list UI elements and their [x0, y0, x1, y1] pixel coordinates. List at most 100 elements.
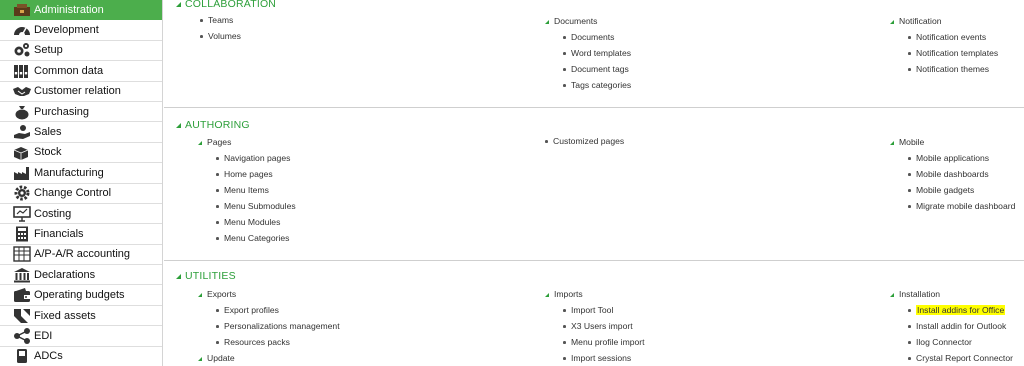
sidebar-item-label: Financials	[34, 227, 84, 240]
sidebar-item-fixed-assets[interactable]: Fixed assets	[0, 306, 162, 327]
group-update[interactable]: Update	[198, 350, 340, 366]
collaboration-column-2: Documents Documents Word templates Docum…	[545, 13, 631, 93]
group-notification[interactable]: Notification	[890, 13, 998, 29]
link-documents[interactable]: Documents	[560, 29, 631, 45]
link-notification-events[interactable]: Notification events	[905, 29, 998, 45]
sidebar-item-operating-budgets[interactable]: Operating budgets	[0, 285, 162, 306]
link-install-addins-for-office[interactable]: Install addins for Office	[905, 302, 1013, 318]
link-mobile-dashboards[interactable]: Mobile dashboards	[905, 166, 1015, 182]
link-menu-submodules[interactable]: Menu Submodules	[213, 198, 296, 214]
building-icon	[13, 267, 31, 283]
sidebar-item-stock[interactable]: Stock	[0, 143, 162, 164]
sidebar-item-label: Setup	[34, 44, 63, 57]
sidebar-item-label: Development	[34, 24, 99, 37]
section-authoring: AUTHORING Pages Navigation pages Home pa…	[164, 107, 1024, 259]
section-title-utilities[interactable]: UTILITIES	[176, 270, 236, 282]
sidebar-item-costing[interactable]: Costing	[0, 204, 162, 225]
group-pages[interactable]: Pages	[198, 134, 296, 150]
sidebar-item-administration[interactable]: Administration	[0, 0, 162, 21]
section-title-collaboration[interactable]: COLLABORATION	[176, 0, 276, 10]
link-resources-packs[interactable]: Resources packs	[213, 334, 340, 350]
authoring-column-2: Customized pages	[543, 133, 624, 149]
group-exports[interactable]: Exports	[198, 286, 340, 302]
wallet-icon	[13, 287, 31, 303]
link-notification-themes[interactable]: Notification themes	[905, 61, 998, 77]
collapse-triangle-icon	[176, 123, 181, 128]
authoring-column-1: Pages Navigation pages Home pages Menu I…	[198, 134, 296, 246]
collapse-triangle-icon	[545, 19, 549, 24]
link-menu-profile-import[interactable]: Menu profile import	[560, 334, 645, 350]
adc-icon	[13, 348, 31, 364]
link-tags-categories[interactable]: Tags categories	[560, 77, 631, 93]
sidebar-item-change-control[interactable]: Change Control	[0, 184, 162, 204]
link-navigation-pages[interactable]: Navigation pages	[213, 150, 296, 166]
link-ilog-connector[interactable]: Ilog Connector	[905, 334, 1013, 350]
link-document-tags[interactable]: Document tags	[560, 61, 631, 77]
link-mobile-applications[interactable]: Mobile applications	[905, 150, 1015, 166]
binders-icon	[13, 63, 31, 79]
sidebar-item-common-data[interactable]: Common data	[0, 61, 162, 82]
link-import-sessions[interactable]: Import sessions	[560, 350, 645, 366]
collaboration-column-3: Notification Notification events Notific…	[890, 13, 998, 77]
link-word-templates[interactable]: Word templates	[560, 45, 631, 61]
link-export-profiles[interactable]: Export profiles	[213, 302, 340, 318]
link-menu-categories[interactable]: Menu Categories	[213, 230, 296, 246]
collapse-triangle-icon	[890, 140, 894, 145]
sidebar-item-label: ADCs	[34, 350, 63, 363]
link-menu-items[interactable]: Menu Items	[213, 182, 296, 198]
collapse-triangle-icon	[545, 292, 549, 297]
link-mobile-gadgets[interactable]: Mobile gadgets	[905, 182, 1015, 198]
sales-hand-icon	[13, 124, 31, 140]
link-install-addin-for-outlook[interactable]: Install addin for Outlook	[905, 318, 1013, 334]
sidebar: Administration Development Setup Common …	[0, 0, 163, 366]
link-home-pages[interactable]: Home pages	[213, 166, 296, 182]
main-content: COLLABORATION Teams Volumes Documents Do…	[164, 0, 1024, 366]
section-collaboration: COLLABORATION Teams Volumes Documents Do…	[164, 0, 1024, 106]
link-migrate-mobile-dashboard[interactable]: Migrate mobile dashboard	[905, 198, 1015, 214]
sidebar-item-manufacturing[interactable]: Manufacturing	[0, 163, 162, 184]
collapse-triangle-icon	[198, 292, 202, 297]
sidebar-item-label: Administration	[34, 3, 104, 16]
sidebar-item-label: Purchasing	[34, 105, 90, 118]
sidebar-item-sales[interactable]: Sales	[0, 122, 162, 143]
sidebar-item-label: EDI	[34, 329, 53, 342]
sidebar-item-financials[interactable]: Financials	[0, 224, 162, 245]
sidebar-item-setup[interactable]: Setup	[0, 41, 162, 62]
group-imports[interactable]: Imports	[545, 286, 645, 302]
collapse-triangle-icon	[198, 356, 202, 361]
link-volumes[interactable]: Volumes	[198, 28, 241, 44]
sidebar-item-label: Manufacturing	[34, 166, 104, 179]
link-import-tool[interactable]: Import Tool	[560, 302, 645, 318]
group-documents[interactable]: Documents	[545, 13, 631, 29]
calculator-icon	[13, 226, 31, 242]
link-notification-templates[interactable]: Notification templates	[905, 45, 998, 61]
assets-icon	[13, 308, 31, 324]
sidebar-item-adcs[interactable]: ADCs	[0, 347, 162, 366]
sidebar-item-edi[interactable]: EDI	[0, 326, 162, 347]
sidebar-item-declarations[interactable]: Declarations	[0, 265, 162, 286]
link-x3-users-import[interactable]: X3 Users import	[560, 318, 645, 334]
ledger-icon	[13, 246, 31, 263]
link-customized-pages[interactable]: Customized pages	[543, 133, 624, 149]
link-menu-modules[interactable]: Menu Modules	[213, 214, 296, 230]
link-personalizations-management[interactable]: Personalizations management	[213, 318, 340, 334]
collapse-triangle-icon	[890, 19, 894, 24]
sidebar-item-customer-relation[interactable]: Customer relation	[0, 82, 162, 102]
handshake-icon	[13, 83, 31, 99]
group-installation[interactable]: Installation	[890, 286, 1013, 302]
collapse-triangle-icon	[198, 140, 202, 145]
sidebar-item-purchasing[interactable]: Purchasing	[0, 102, 162, 123]
link-crystal-report-connector[interactable]: Crystal Report Connector	[905, 350, 1013, 366]
sidebar-item-development[interactable]: Development	[0, 20, 162, 41]
group-mobile[interactable]: Mobile	[890, 134, 1015, 150]
sidebar-item-ap-ar-accounting[interactable]: A/P-A/R accounting	[0, 245, 162, 266]
sidebar-item-label: Declarations	[34, 268, 96, 281]
section-utilities: UTILITIES Exports Export profiles Person…	[164, 260, 1024, 366]
sidebar-item-label: Change Control	[34, 187, 112, 200]
section-title-authoring[interactable]: AUTHORING	[176, 119, 250, 131]
utilities-column-1: Exports Export profiles Personalizations…	[198, 286, 340, 366]
sidebar-item-label: Customer relation	[34, 85, 121, 98]
authoring-column-3: Mobile Mobile applications Mobile dashbo…	[890, 134, 1015, 214]
sidebar-item-label: Stock	[34, 146, 62, 159]
link-teams[interactable]: Teams	[198, 12, 241, 28]
